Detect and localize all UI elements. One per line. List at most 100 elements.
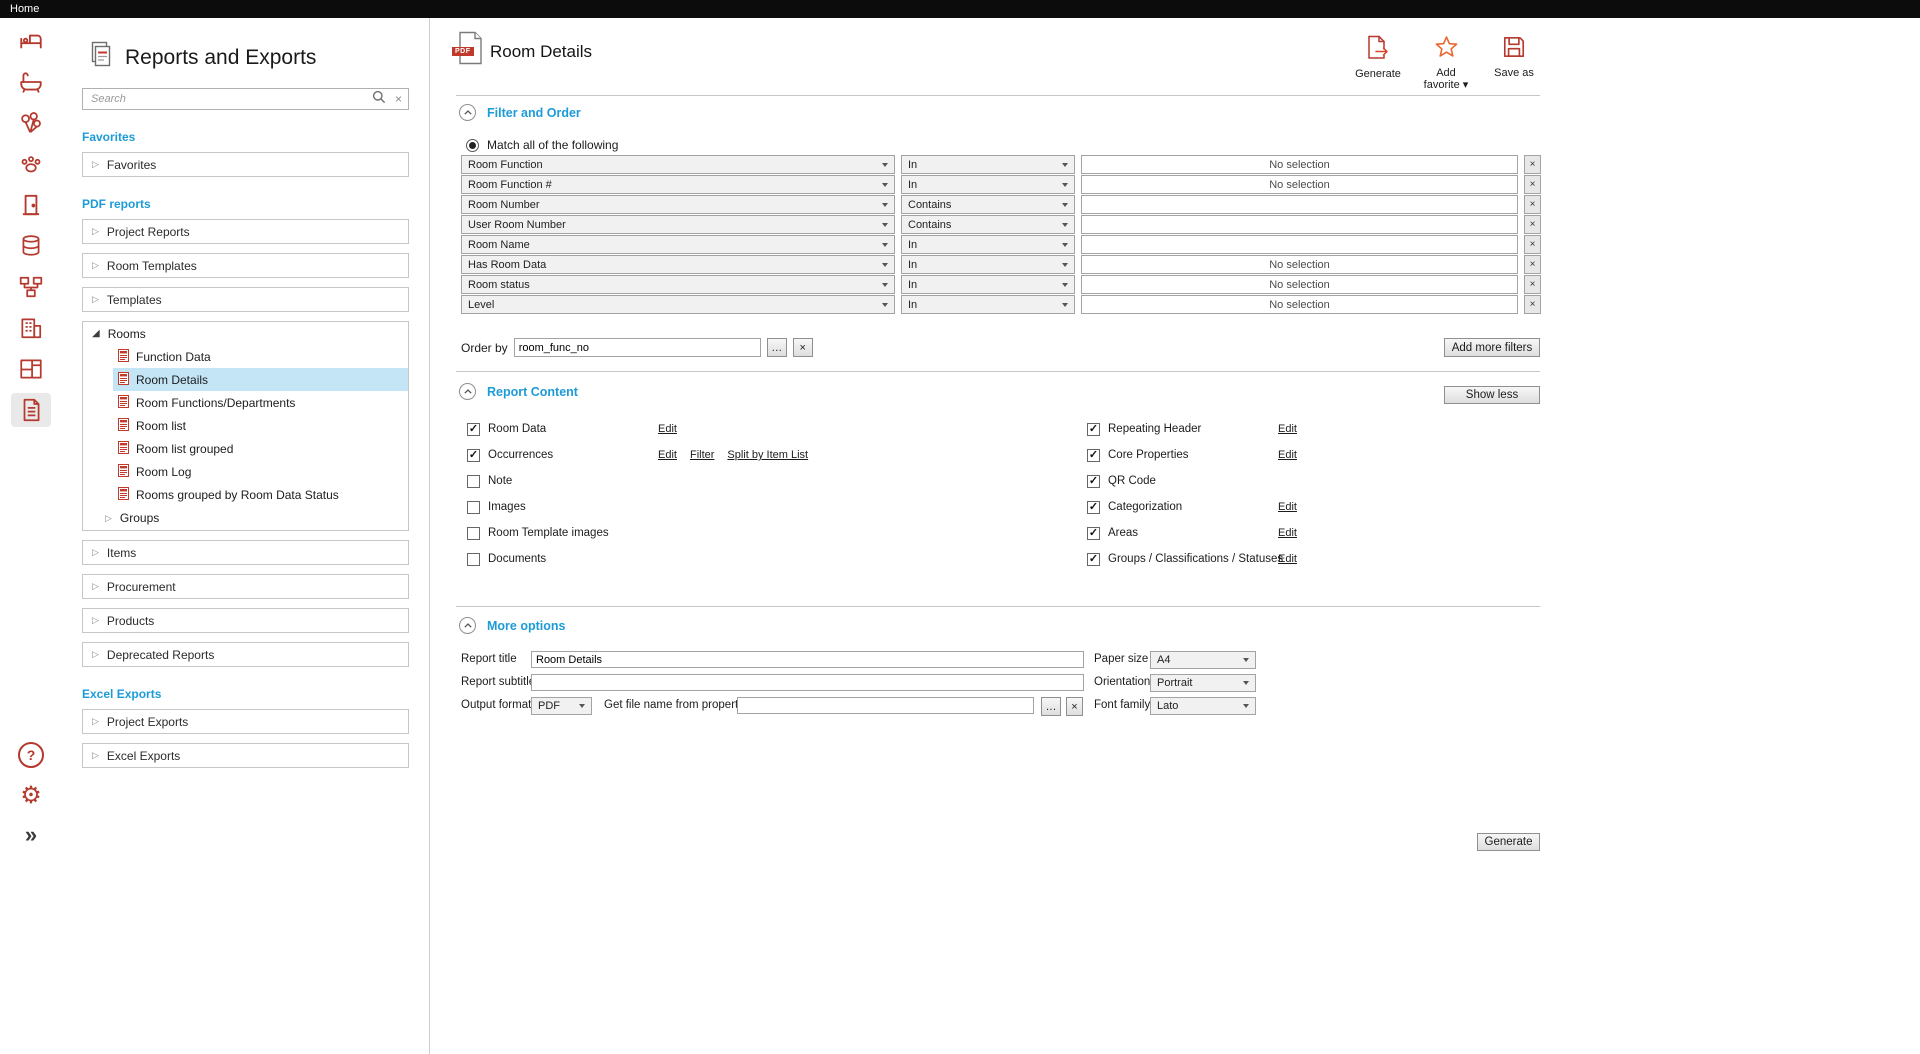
value-picker[interactable]: No selection (1081, 155, 1518, 174)
remove-filter-icon[interactable]: × (1524, 215, 1541, 234)
operator-select[interactable]: In (901, 295, 1075, 314)
edit-link[interactable]: Edit (1278, 501, 1297, 513)
add-more-filters-button[interactable]: Add more filters (1444, 338, 1540, 357)
save-as-button[interactable]: Save as (1488, 34, 1540, 92)
field-select[interactable]: Level (461, 295, 895, 314)
tree-item-room-list[interactable]: Room list (83, 414, 408, 437)
core-properties-checkbox[interactable]: ✓ (1087, 449, 1100, 462)
field-select[interactable]: Room Function # (461, 175, 895, 194)
field-select[interactable]: Room status (461, 275, 895, 294)
areas-checkbox[interactable]: ✓ (1087, 527, 1100, 540)
filename-clear-icon[interactable]: × (1066, 697, 1083, 716)
search-input[interactable] (89, 92, 363, 106)
value-picker[interactable]: No selection (1081, 275, 1518, 294)
groups-classifications-statuses-checkbox[interactable]: ✓ (1087, 553, 1100, 566)
sidebar-item-excel-exports[interactable]: ▷ Excel Exports (82, 743, 409, 768)
sidebar-item-project-reports[interactable]: ▷ Project Reports (82, 219, 409, 244)
clear-search-icon[interactable]: × (395, 93, 402, 105)
door-icon[interactable] (11, 188, 51, 222)
workflow-icon[interactable] (11, 270, 51, 304)
qr-code-checkbox[interactable]: ✓ (1087, 475, 1100, 488)
generate-toolbar-button[interactable]: Generate (1352, 34, 1404, 92)
value-picker[interactable]: No selection (1081, 175, 1518, 194)
tree-item-room-log[interactable]: Room Log (83, 460, 408, 483)
field-select[interactable]: Room Name (461, 235, 895, 254)
help-icon[interactable]: ? (18, 742, 44, 768)
filter-link[interactable]: Filter (690, 449, 714, 461)
add-favorite-button[interactable]: Add favorite ▾ (1420, 34, 1472, 92)
value-input[interactable] (1081, 195, 1518, 214)
paw-icon[interactable] (11, 147, 51, 181)
remove-filter-icon[interactable]: × (1524, 195, 1541, 214)
font-family-select[interactable]: Lato (1150, 697, 1256, 715)
operator-select[interactable]: In (901, 155, 1075, 174)
occurrences-checkbox[interactable]: ✓ (467, 449, 480, 462)
order-by-clear-icon[interactable]: × (793, 338, 813, 357)
remove-filter-icon[interactable]: × (1524, 155, 1541, 174)
filename-property-input[interactable] (737, 697, 1034, 714)
sidebar-item-favorites[interactable]: ▷ Favorites (82, 152, 409, 177)
field-select[interactable]: User Room Number (461, 215, 895, 234)
room-template-images-checkbox[interactable]: ✓ (467, 527, 480, 540)
sidebar-item-groups[interactable]: ▷ Groups (83, 506, 408, 530)
sidebar-item-room-templates[interactable]: ▷ Room Templates (82, 253, 409, 278)
edit-link[interactable]: Edit (1278, 553, 1297, 565)
edit-link[interactable]: Edit (658, 423, 677, 435)
sidebar-item-procurement[interactable]: ▷ Procurement (82, 574, 409, 599)
sidebar-item-templates[interactable]: ▷ Templates (82, 287, 409, 312)
categorization-checkbox[interactable]: ✓ (1087, 501, 1100, 514)
search-icon[interactable] (372, 90, 386, 109)
collapse-section-icon[interactable] (459, 383, 476, 400)
tree-item-function-data[interactable]: Function Data (83, 345, 408, 368)
remove-filter-icon[interactable]: × (1524, 295, 1541, 314)
sidebar-item-products[interactable]: ▷ Products (82, 608, 409, 633)
orientation-select[interactable]: Portrait (1150, 674, 1256, 692)
edit-link[interactable]: Edit (1278, 423, 1297, 435)
balloons-icon[interactable] (11, 106, 51, 140)
room-data-checkbox[interactable]: ✓ (467, 423, 480, 436)
edit-link[interactable]: Edit (658, 449, 677, 461)
operator-select[interactable]: In (901, 235, 1075, 254)
value-input[interactable] (1081, 235, 1518, 254)
value-picker[interactable]: No selection (1081, 295, 1518, 314)
remove-filter-icon[interactable]: × (1524, 255, 1541, 274)
field-select[interactable]: Room Number (461, 195, 895, 214)
collapse-section-icon[interactable] (459, 104, 476, 121)
expand-rail-icon[interactable]: » (25, 824, 37, 846)
operator-select[interactable]: In (901, 175, 1075, 194)
room-layout-icon[interactable] (11, 352, 51, 386)
sidebar-item-items[interactable]: ▷ Items (82, 540, 409, 565)
building-icon[interactable] (11, 311, 51, 345)
repeating-header-checkbox[interactable]: ✓ (1087, 423, 1100, 436)
field-select[interactable]: Has Room Data (461, 255, 895, 274)
tree-item-room-list-grouped[interactable]: Room list grouped (83, 437, 408, 460)
sidebar-item-rooms[interactable]: ◢ Rooms (83, 322, 408, 345)
sidebar-item-deprecated-reports[interactable]: ▷ Deprecated Reports (82, 642, 409, 667)
operator-select[interactable]: Contains (901, 195, 1075, 214)
tree-item-room-details[interactable]: Room Details (83, 368, 408, 391)
collapse-section-icon[interactable] (459, 617, 476, 634)
images-checkbox[interactable]: ✓ (467, 501, 480, 514)
match-all-radio[interactable] (466, 139, 479, 152)
report-title-input[interactable] (531, 651, 1084, 668)
edit-link[interactable]: Edit (1278, 527, 1297, 539)
bathtub-icon[interactable] (11, 65, 51, 99)
filename-browse-icon[interactable]: … (1041, 697, 1061, 716)
tree-item-rooms-grouped-by-room-data-status[interactable]: Rooms grouped by Room Data Status (83, 483, 408, 506)
value-input[interactable] (1081, 215, 1518, 234)
settings-gear-icon[interactable]: ⚙ (20, 784, 42, 808)
documents-checkbox[interactable]: ✓ (467, 553, 480, 566)
generate-button[interactable]: Generate (1477, 833, 1540, 851)
database-icon[interactable] (11, 229, 51, 263)
value-picker[interactable]: No selection (1081, 255, 1518, 274)
reports-icon[interactable] (11, 393, 51, 427)
operator-select[interactable]: In (901, 255, 1075, 274)
sidebar-item-project-exports[interactable]: ▷ Project Exports (82, 709, 409, 734)
order-by-input[interactable] (514, 338, 761, 357)
split-by-item-list-link[interactable]: Split by Item List (727, 449, 808, 461)
operator-select[interactable]: In (901, 275, 1075, 294)
note-checkbox[interactable]: ✓ (467, 475, 480, 488)
output-format-select[interactable]: PDF (531, 697, 592, 715)
remove-filter-icon[interactable]: × (1524, 235, 1541, 254)
remove-filter-icon[interactable]: × (1524, 175, 1541, 194)
